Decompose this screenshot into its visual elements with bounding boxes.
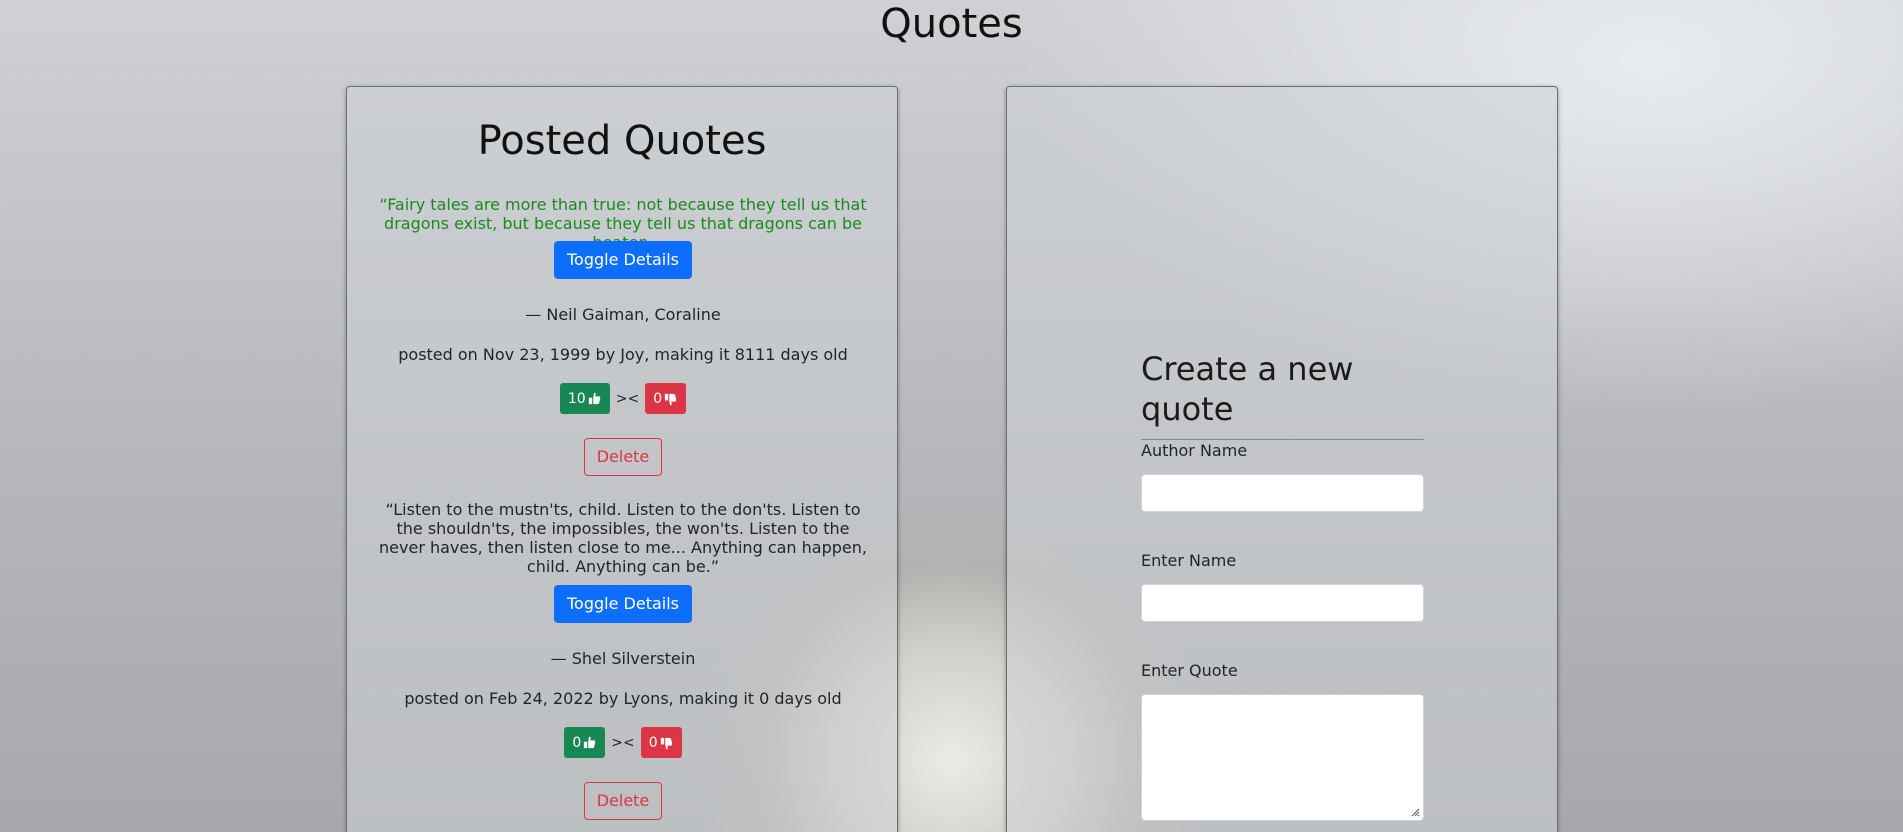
thumbs-down-icon xyxy=(660,737,672,749)
form-title: Create a new quote xyxy=(1141,349,1424,440)
upvote-button[interactable]: 10 xyxy=(559,383,610,414)
enter-quote-label: Enter Quote xyxy=(1141,661,1238,680)
upvote-count: 0 xyxy=(572,734,582,751)
vote-separator: >< xyxy=(615,390,640,407)
thumbs-up-icon xyxy=(584,736,596,748)
vote-separator: >< xyxy=(611,734,635,751)
delete-button[interactable]: Delete xyxy=(583,782,663,820)
enter-name-input[interactable] xyxy=(1141,584,1424,622)
posted-quotes-heading: Posted Quotes xyxy=(477,118,767,164)
toggle-details-button[interactable]: Toggle Details xyxy=(554,241,692,279)
thumbs-up-icon xyxy=(588,392,601,404)
downvote-button[interactable]: 0 xyxy=(645,383,687,414)
quote-item: “Listen to the mustn'ts, child. Listen t… xyxy=(375,500,871,576)
create-quote-card: Create a new quote Author Name Enter Nam… xyxy=(1006,86,1558,832)
thumbs-down-icon xyxy=(664,393,677,405)
enter-name-label: Enter Name xyxy=(1141,551,1237,570)
author-name-input[interactable] xyxy=(1141,474,1424,512)
vote-row: 10 >< 0 xyxy=(375,383,871,414)
downvote-count: 0 xyxy=(648,734,658,751)
upvote-count: 10 xyxy=(567,390,586,407)
quote-author: — Neil Gaiman, Coraline xyxy=(525,305,721,324)
page-title: Quotes xyxy=(880,1,1023,47)
quote-text: “Listen to the mustn'ts, child. Listen t… xyxy=(379,500,867,576)
quote-author: — Shel Silverstein xyxy=(550,649,696,668)
quote-posted-info: posted on Feb 24, 2022 by Lyons, making … xyxy=(404,689,842,708)
downvote-button[interactable]: 0 xyxy=(640,727,682,758)
enter-quote-textarea[interactable] xyxy=(1141,694,1424,821)
posted-quotes-card: Posted Quotes “Fairy tales are more than… xyxy=(346,86,898,832)
vote-row: 0 >< 0 xyxy=(375,727,871,758)
delete-button[interactable]: Delete xyxy=(583,438,663,476)
resize-grip-icon[interactable] xyxy=(1410,807,1420,817)
quote-posted-info: posted on Nov 23, 1999 by Joy, making it… xyxy=(398,345,848,364)
create-quote-form: Create a new quote Author Name Enter Nam… xyxy=(1141,349,1424,821)
downvote-count: 0 xyxy=(653,390,663,407)
author-name-label: Author Name xyxy=(1141,441,1248,460)
toggle-details-button[interactable]: Toggle Details xyxy=(554,585,692,623)
upvote-button[interactable]: 0 xyxy=(564,727,606,758)
